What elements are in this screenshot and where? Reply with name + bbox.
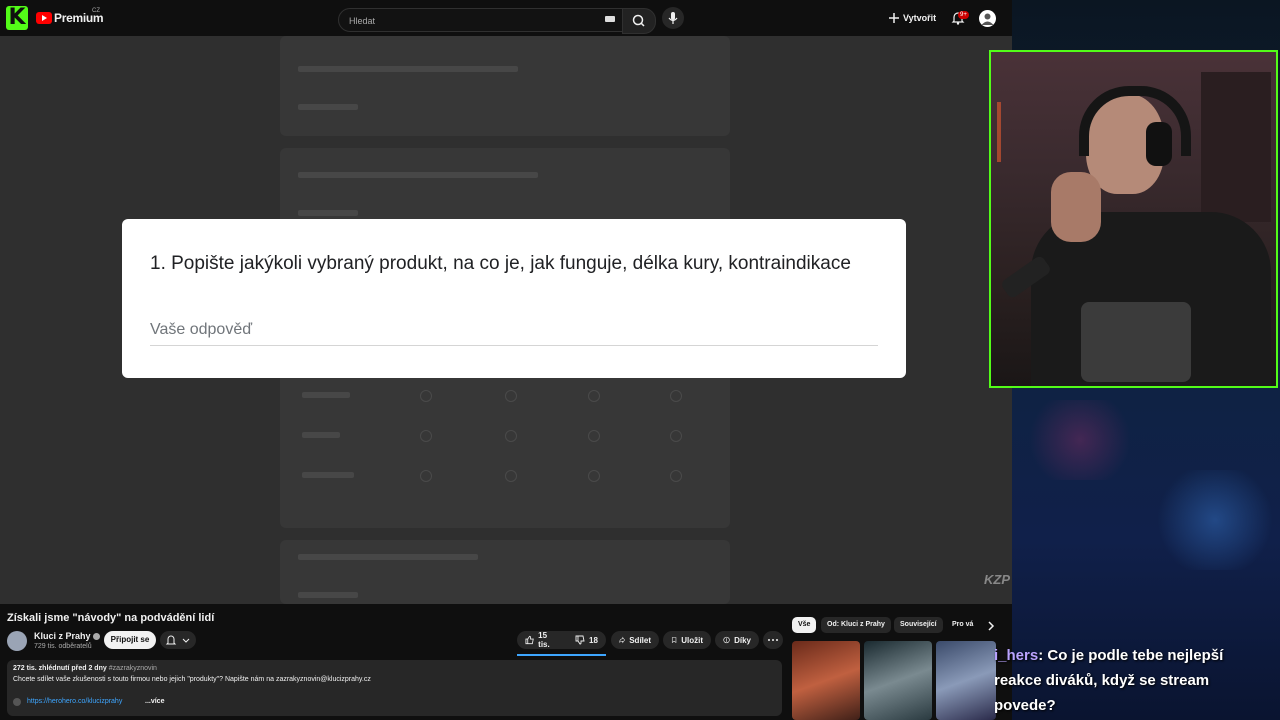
placeholder-line bbox=[298, 172, 538, 178]
chip-for-you[interactable]: Pro vá bbox=[946, 617, 979, 633]
youtube-logo-icon[interactable] bbox=[36, 12, 52, 24]
radio-option[interactable] bbox=[670, 430, 682, 442]
webcam-feed bbox=[989, 50, 1278, 388]
dislike-count: 18 bbox=[589, 635, 598, 645]
verified-icon bbox=[92, 633, 100, 641]
shelf bbox=[1201, 72, 1271, 222]
views-and-date: 272 tis. zhlédnutí před 2 dny bbox=[13, 665, 107, 672]
placeholder-line bbox=[298, 104, 358, 110]
link-favicon-icon bbox=[13, 698, 21, 706]
background-light bbox=[1020, 400, 1140, 480]
bell-chevron-icon bbox=[165, 635, 190, 645]
dislike-button[interactable]: 18 bbox=[567, 631, 606, 649]
radio-option[interactable] bbox=[588, 470, 600, 482]
radio-option[interactable] bbox=[588, 390, 600, 402]
radio-option[interactable] bbox=[505, 470, 517, 482]
save-label: Uložit bbox=[681, 635, 703, 645]
like-button[interactable]: 15 tis. bbox=[517, 631, 567, 649]
form-card bbox=[280, 36, 730, 136]
thumbs-up-icon bbox=[525, 635, 534, 645]
radio-option[interactable] bbox=[420, 390, 432, 402]
country-code: CZ bbox=[92, 8, 100, 14]
lamp bbox=[997, 102, 1001, 162]
related-video-thumbnail[interactable] bbox=[792, 641, 860, 720]
placeholder-line bbox=[298, 554, 478, 560]
radio-option[interactable] bbox=[670, 390, 682, 402]
related-video-thumbnail[interactable] bbox=[936, 641, 996, 720]
chip-related[interactable]: Související bbox=[894, 617, 943, 633]
bookmark-icon bbox=[671, 637, 677, 644]
chip-all[interactable]: Vše bbox=[792, 617, 817, 633]
view-stats: 272 tis. zhlédnutí před 2 dny #zazrakyzn… bbox=[13, 665, 157, 672]
notifications-badge: 9+ bbox=[958, 11, 969, 19]
form-card bbox=[280, 540, 730, 604]
description-text: Chcete sdílet vaše zkušenosti s touto fi… bbox=[13, 676, 371, 683]
radio-option[interactable] bbox=[420, 470, 432, 482]
chip-from-channel[interactable]: Od: Kluci z Prahy bbox=[821, 617, 891, 633]
chevron-right-icon[interactable] bbox=[985, 620, 997, 632]
shirt-print bbox=[1081, 302, 1191, 382]
thanks-button[interactable]: Díky bbox=[715, 631, 759, 649]
placeholder-line bbox=[298, 210, 358, 216]
voice-search-button[interactable] bbox=[662, 7, 684, 29]
top-bar: K Premium CZ Vytvořit 9+ bbox=[0, 0, 1012, 36]
plus-icon bbox=[889, 13, 899, 23]
channel-name[interactable]: Kluci z Prahy bbox=[34, 631, 91, 641]
subscriber-count: 729 tis. odběratelů bbox=[34, 643, 92, 650]
account-avatar[interactable] bbox=[979, 10, 996, 27]
channel-name-row[interactable]: Kluci z Prahy bbox=[34, 631, 100, 641]
headset-earcup bbox=[1146, 122, 1172, 166]
radio-option[interactable] bbox=[670, 470, 682, 482]
thanks-label: Díky bbox=[734, 635, 751, 645]
join-button[interactable]: Připojit se bbox=[104, 631, 156, 649]
thanks-coin-icon bbox=[723, 636, 730, 644]
placeholder-line bbox=[302, 432, 340, 438]
description-box[interactable]: 272 tis. zhlédnutí před 2 dny #zazrakyzn… bbox=[7, 660, 782, 716]
radio-option[interactable] bbox=[505, 430, 517, 442]
related-video-thumbnail[interactable] bbox=[864, 641, 932, 720]
save-button[interactable]: Uložit bbox=[663, 631, 711, 649]
keyboard-icon[interactable] bbox=[605, 16, 615, 22]
video-title: Získali jsme "návody" na podvádění lidí bbox=[7, 612, 215, 624]
subscription-bell-button[interactable] bbox=[160, 631, 196, 649]
share-icon bbox=[619, 636, 625, 644]
chat-username: i_hers bbox=[994, 647, 1039, 664]
search-button[interactable] bbox=[622, 8, 656, 34]
question-title: 1. Popište jakýkoli vybraný produkt, na … bbox=[150, 253, 851, 274]
microphone-icon bbox=[668, 12, 678, 24]
placeholder-line bbox=[302, 472, 354, 478]
share-button[interactable]: Sdílet bbox=[611, 631, 659, 649]
placeholder-line bbox=[298, 592, 358, 598]
radio-option[interactable] bbox=[505, 390, 517, 402]
like-ratio-bar bbox=[517, 654, 606, 656]
description-link[interactable]: https://herohero.co/klucizprahy bbox=[27, 698, 122, 705]
headset bbox=[1079, 86, 1191, 156]
create-button[interactable]: Vytvořit bbox=[888, 8, 938, 28]
channel-avatar[interactable] bbox=[7, 631, 27, 651]
streamer-hand bbox=[1051, 172, 1101, 242]
placeholder-line bbox=[298, 66, 518, 72]
channel-watermark: KZP bbox=[984, 572, 1010, 587]
hashtag[interactable]: #zazrakyznovin bbox=[109, 665, 157, 672]
kick-logo-icon: K bbox=[6, 6, 28, 30]
more-horizontal-icon bbox=[768, 639, 778, 641]
radio-option[interactable] bbox=[420, 430, 432, 442]
more-actions-button[interactable] bbox=[763, 631, 783, 649]
search-icon bbox=[632, 14, 645, 27]
answer-input[interactable] bbox=[150, 315, 878, 346]
share-label: Sdílet bbox=[629, 635, 651, 645]
create-label: Vytvořit bbox=[903, 13, 937, 23]
search-box bbox=[338, 8, 624, 32]
user-icon bbox=[981, 13, 994, 25]
radio-option[interactable] bbox=[588, 430, 600, 442]
thumbs-down-icon bbox=[575, 635, 585, 645]
background-light bbox=[1150, 470, 1280, 570]
search-input[interactable] bbox=[347, 12, 591, 30]
video-info-panel: Získali jsme "návody" na podvádění lidí … bbox=[0, 604, 1012, 720]
show-more-link[interactable]: ...více bbox=[145, 698, 164, 705]
like-count: 15 tis. bbox=[538, 631, 550, 649]
placeholder-line bbox=[302, 392, 350, 398]
question-card: 1. Popište jakýkoli vybraný produkt, na … bbox=[122, 219, 906, 378]
chat-message: i_hers: Co je podle tebe nejlepší reakce… bbox=[994, 643, 1274, 718]
